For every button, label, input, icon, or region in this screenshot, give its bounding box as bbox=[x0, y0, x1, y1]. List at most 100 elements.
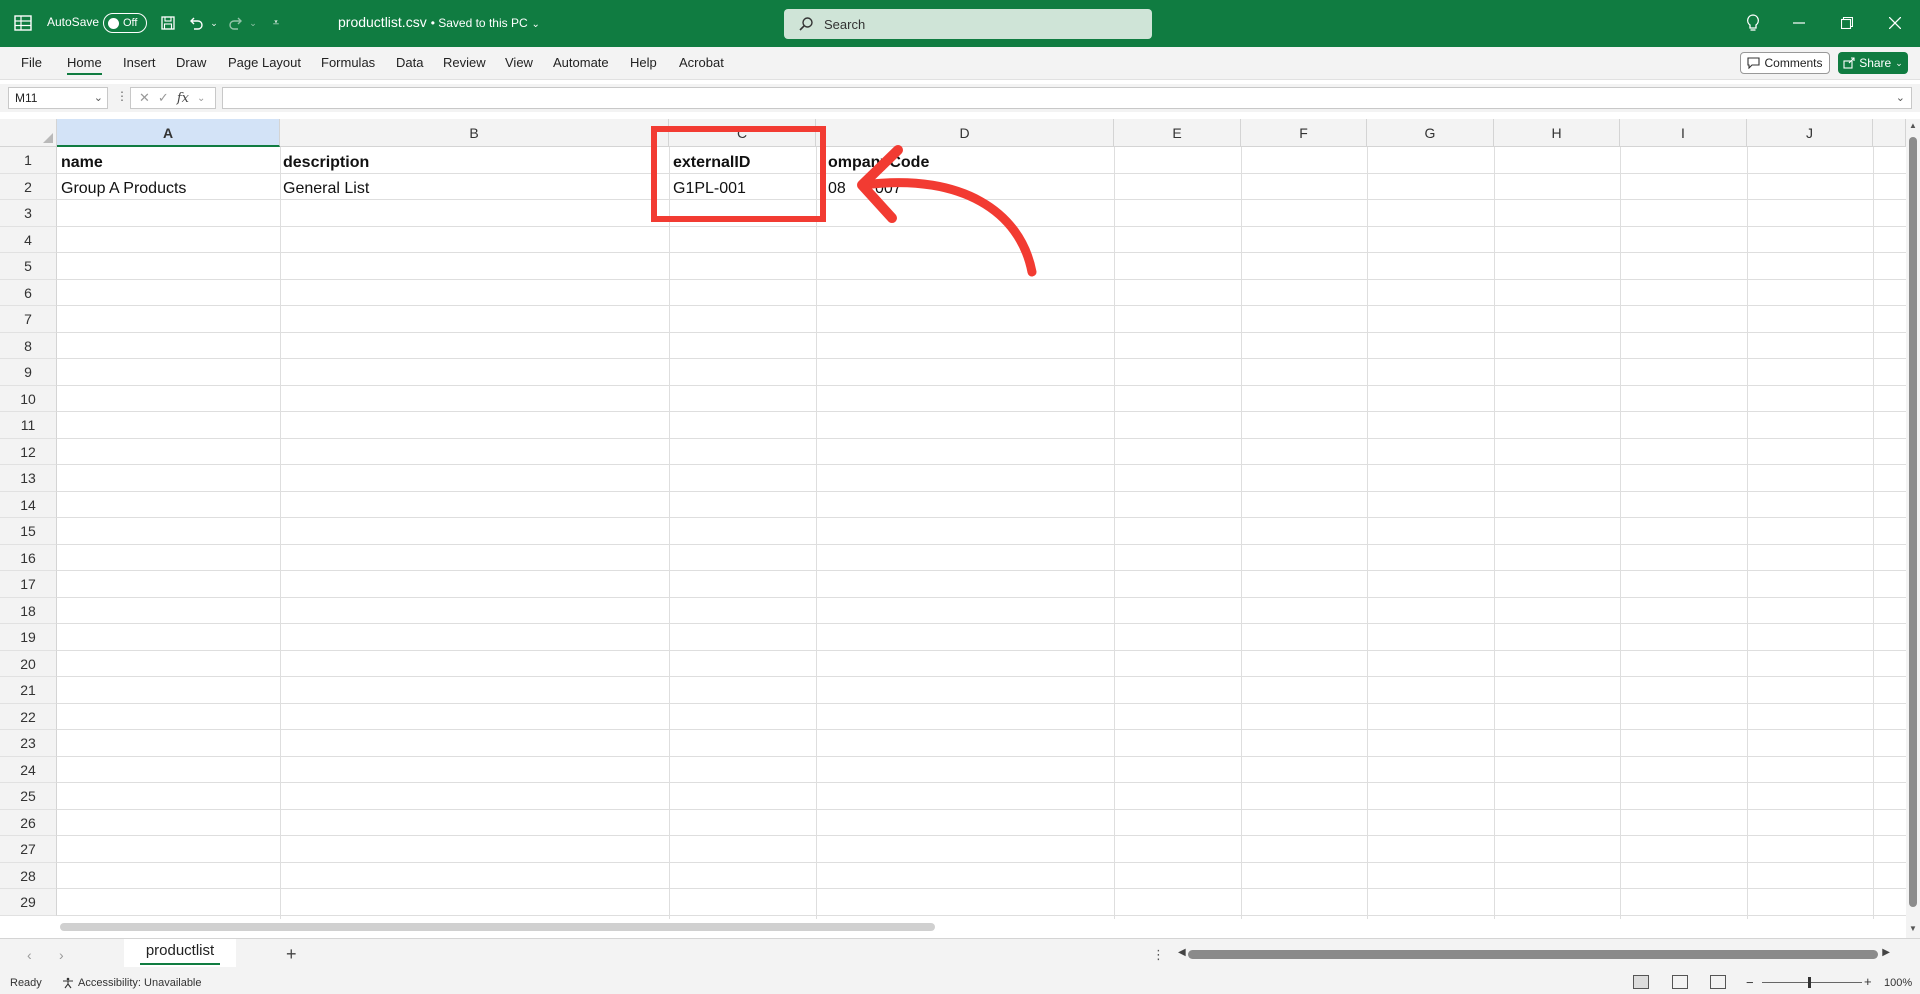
tab-review[interactable]: Review bbox=[443, 55, 486, 70]
minimize-icon[interactable] bbox=[1788, 12, 1810, 34]
column-header-j[interactable]: J bbox=[1747, 119, 1873, 147]
tab-insert[interactable]: Insert bbox=[123, 55, 156, 70]
tab-file[interactable]: File bbox=[21, 55, 42, 70]
row-header[interactable]: 14 bbox=[0, 491, 57, 518]
document-title[interactable]: productlist.csv • Saved to this PC ⌄ bbox=[338, 14, 540, 30]
close-icon[interactable] bbox=[1884, 12, 1906, 34]
column-header-f[interactable]: F bbox=[1241, 119, 1367, 147]
row-header[interactable]: 5 bbox=[0, 253, 57, 280]
row-header[interactable]: 18 bbox=[0, 597, 57, 624]
zoom-in-icon[interactable]: + bbox=[1864, 974, 1872, 989]
save-icon[interactable] bbox=[158, 13, 178, 33]
expand-formula-icon[interactable]: ⌄ bbox=[1896, 91, 1905, 104]
horizontal-scrollbar[interactable]: ◀ ▶ bbox=[1178, 947, 1890, 961]
sheet-prev-icon[interactable]: ‹ bbox=[27, 947, 32, 963]
undo-icon[interactable] bbox=[186, 13, 206, 33]
vertical-scroll-thumb[interactable] bbox=[1909, 137, 1917, 907]
cell-b1[interactable]: description bbox=[283, 154, 369, 172]
cancel-icon[interactable]: ✕ bbox=[139, 90, 150, 106]
row-header[interactable]: 3 bbox=[0, 200, 57, 227]
row-header[interactable]: 27 bbox=[0, 836, 57, 863]
tab-automate[interactable]: Automate bbox=[553, 55, 609, 70]
row-header[interactable]: 1 bbox=[0, 147, 57, 174]
undo-dropdown-icon[interactable]: ⌄ bbox=[204, 13, 224, 33]
row-header[interactable]: 10 bbox=[0, 385, 57, 412]
tab-help[interactable]: Help bbox=[630, 55, 657, 70]
row-header[interactable]: 29 bbox=[0, 889, 57, 916]
normal-view-icon[interactable] bbox=[1633, 975, 1649, 989]
tab-view[interactable]: View bbox=[505, 55, 533, 70]
sheet-next-icon[interactable]: › bbox=[59, 947, 64, 963]
tab-draw[interactable]: Draw bbox=[176, 55, 206, 70]
row-header[interactable]: 2 bbox=[0, 173, 57, 200]
row-header[interactable]: 28 bbox=[0, 862, 57, 889]
row-header[interactable]: 13 bbox=[0, 465, 57, 492]
zoom-slider[interactable] bbox=[1762, 982, 1862, 983]
column-header-a[interactable]: A bbox=[57, 119, 280, 147]
cell-a2[interactable]: Group A Products bbox=[61, 180, 186, 198]
row-header[interactable]: 6 bbox=[0, 279, 57, 306]
scroll-left-icon[interactable]: ◀ bbox=[1178, 947, 1186, 958]
page-layout-view-icon[interactable] bbox=[1672, 975, 1688, 989]
name-box[interactable]: M11 ⌄ bbox=[8, 87, 108, 109]
column-header-h[interactable]: H bbox=[1494, 119, 1620, 147]
tab-data[interactable]: Data bbox=[396, 55, 423, 70]
add-sheet-icon[interactable]: + bbox=[286, 944, 297, 965]
column-header-g[interactable]: G bbox=[1367, 119, 1494, 147]
tab-acrobat[interactable]: Acrobat bbox=[679, 55, 724, 70]
accessibility-status[interactable]: Accessibility: Unavailable bbox=[62, 977, 202, 989]
lightbulb-icon[interactable] bbox=[1742, 12, 1764, 34]
row-header[interactable]: 25 bbox=[0, 783, 57, 810]
row-header[interactable]: 23 bbox=[0, 730, 57, 757]
column-header-e[interactable]: E bbox=[1114, 119, 1241, 147]
row-header[interactable]: 11 bbox=[0, 412, 57, 439]
row-header[interactable]: 15 bbox=[0, 518, 57, 545]
scroll-up-icon[interactable]: ▲ bbox=[1909, 121, 1917, 130]
zoom-slider-knob[interactable] bbox=[1808, 977, 1811, 988]
comments-button[interactable]: Comments bbox=[1740, 52, 1830, 74]
row-header[interactable]: 9 bbox=[0, 359, 57, 386]
row-header[interactable]: 20 bbox=[0, 650, 57, 677]
row-header[interactable]: 4 bbox=[0, 226, 57, 253]
row-header[interactable]: 7 bbox=[0, 306, 57, 333]
more-options-icon[interactable]: ⋮ bbox=[1152, 947, 1165, 963]
page-break-preview-icon[interactable] bbox=[1710, 975, 1726, 989]
restore-icon[interactable] bbox=[1836, 12, 1858, 34]
chevron-down-icon[interactable]: ⌄ bbox=[197, 93, 205, 104]
autosave-toggle[interactable]: Off bbox=[103, 13, 147, 33]
horizontal-scroll-thumb[interactable] bbox=[1188, 950, 1878, 959]
excel-app-icon[interactable] bbox=[14, 14, 32, 32]
row-header[interactable]: 12 bbox=[0, 438, 57, 465]
row-header[interactable]: 19 bbox=[0, 624, 57, 651]
row-header[interactable]: 24 bbox=[0, 756, 57, 783]
zoom-out-icon[interactable]: − bbox=[1746, 975, 1754, 990]
enter-icon[interactable]: ✓ bbox=[158, 90, 169, 106]
sheet-tab-productlist[interactable]: productlist bbox=[124, 939, 236, 967]
more-options-icon[interactable]: ⋮ bbox=[116, 89, 128, 103]
cell-b2[interactable]: General List bbox=[283, 180, 369, 198]
column-header-k[interactable] bbox=[1873, 119, 1906, 147]
tab-home[interactable]: Home bbox=[67, 55, 102, 75]
vertical-scrollbar[interactable]: ▲ ▼ bbox=[1906, 119, 1920, 939]
select-all-corner[interactable] bbox=[0, 119, 57, 147]
column-header-i[interactable]: I bbox=[1620, 119, 1747, 147]
tab-formulas[interactable]: Formulas bbox=[321, 55, 375, 70]
cell-a1[interactable]: name bbox=[61, 154, 103, 172]
search-input[interactable]: Search bbox=[784, 9, 1152, 39]
scroll-right-icon[interactable]: ▶ bbox=[1882, 947, 1890, 958]
scroll-down-icon[interactable]: ▼ bbox=[1909, 924, 1917, 933]
redo-dropdown-icon[interactable]: ⌄ bbox=[243, 13, 263, 33]
share-button[interactable]: Share ⌄ bbox=[1838, 52, 1908, 74]
row-header[interactable]: 26 bbox=[0, 809, 57, 836]
customize-toolbar-icon[interactable]: ⩡ bbox=[266, 13, 286, 33]
tab-page-layout[interactable]: Page Layout bbox=[228, 55, 301, 70]
row-header[interactable]: 22 bbox=[0, 703, 57, 730]
chevron-down-icon[interactable]: ⌄ bbox=[94, 91, 103, 104]
row-header[interactable]: 16 bbox=[0, 544, 57, 571]
formula-input[interactable]: ⌄ bbox=[222, 87, 1912, 109]
column-header-b[interactable]: B bbox=[280, 119, 669, 147]
row-header[interactable]: 21 bbox=[0, 677, 57, 704]
insert-function-icon[interactable]: fx bbox=[177, 91, 189, 106]
row-header[interactable]: 17 bbox=[0, 571, 57, 598]
row-header[interactable]: 8 bbox=[0, 332, 57, 359]
